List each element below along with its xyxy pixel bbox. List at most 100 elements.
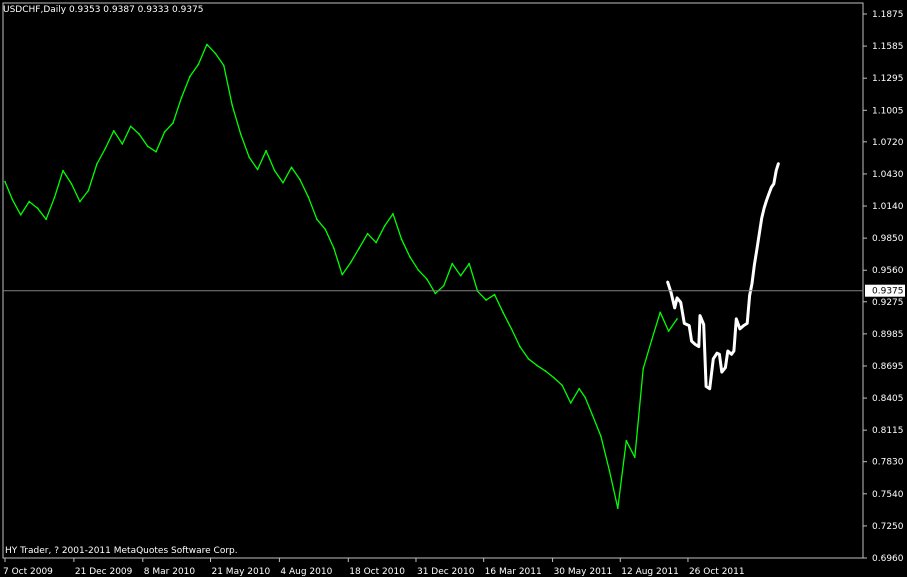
data-point <box>392 212 394 215</box>
data-point <box>578 387 580 390</box>
data-point <box>679 301 682 304</box>
data-point <box>163 131 166 133</box>
data-point <box>248 156 250 159</box>
data-point <box>290 166 293 169</box>
data-point <box>146 145 149 148</box>
data-point <box>316 218 318 221</box>
data-point <box>666 280 669 283</box>
data-point <box>756 248 758 250</box>
data-point <box>87 189 90 192</box>
x-tick-label: 4 Aug 2010 <box>280 567 332 577</box>
data-point <box>4 180 6 183</box>
data-point <box>768 193 770 195</box>
data-point <box>760 217 763 220</box>
data-point <box>62 169 64 172</box>
data-point <box>544 370 547 372</box>
data-point <box>36 207 39 210</box>
data-point <box>724 366 727 369</box>
data-point <box>633 456 636 459</box>
data-point <box>307 196 310 198</box>
data-point <box>688 324 690 327</box>
x-tick-label: 26 Oct 2011 <box>689 567 745 577</box>
data-point <box>256 168 259 171</box>
y-tick-label: 1.1875 <box>872 10 904 20</box>
data-point <box>659 311 661 314</box>
data-point <box>690 340 693 342</box>
data-point <box>206 43 208 46</box>
y-tick-label: 0.7540 <box>872 490 904 500</box>
data-point <box>332 247 335 249</box>
current-price-label: 0.9375 <box>872 287 904 297</box>
data-point <box>763 207 765 210</box>
data-point <box>273 169 276 172</box>
data-point <box>751 282 753 285</box>
data-point <box>28 200 30 203</box>
data-point <box>746 322 748 325</box>
y-tick-label: 0.8695 <box>872 362 904 372</box>
data-point <box>748 294 751 297</box>
data-point <box>112 129 115 132</box>
data-point <box>510 328 513 330</box>
y-tick-label: 0.9275 <box>872 298 904 308</box>
data-point <box>584 396 587 399</box>
data-point <box>341 273 344 276</box>
data-point <box>417 269 420 272</box>
data-point <box>673 307 676 309</box>
data-point <box>468 262 470 265</box>
data-point <box>676 318 678 320</box>
data-point <box>222 64 225 67</box>
x-tick-label: 18 Oct 2010 <box>349 567 405 577</box>
data-point <box>650 339 653 341</box>
data-point <box>282 181 284 184</box>
y-tick-label: 1.0140 <box>872 202 904 212</box>
data-point <box>694 343 697 346</box>
data-point <box>708 387 711 390</box>
data-point <box>536 364 538 367</box>
x-tick-label: 21 Dec 2009 <box>75 567 133 577</box>
data-point <box>670 291 672 294</box>
x-tick-label: 7 Oct 2009 <box>3 567 53 577</box>
y-tick-label: 0.8405 <box>872 394 904 404</box>
data-point <box>239 133 242 135</box>
y-tick-label: 1.1005 <box>872 106 904 116</box>
x-tick-label: 8 Mar 2010 <box>144 567 196 577</box>
data-point <box>485 299 487 301</box>
data-point <box>459 274 462 277</box>
x-tick-label: 12 Aug 2011 <box>621 567 679 577</box>
data-point <box>625 439 628 442</box>
data-point <box>727 350 729 352</box>
data-point <box>79 200 81 203</box>
x-tick-label: 16 Mar 2011 <box>485 567 542 577</box>
data-point <box>642 367 645 370</box>
data-point <box>699 314 701 317</box>
price-chart[interactable]: USDCHF,Daily 0.9353 0.9387 0.9333 0.9375… <box>0 0 907 577</box>
x-tick-label: 30 May 2011 <box>554 567 613 577</box>
data-point <box>739 328 741 330</box>
data-point <box>702 323 705 326</box>
data-point <box>676 297 678 299</box>
data-point <box>121 143 124 145</box>
data-point <box>753 263 756 266</box>
data-point <box>442 284 445 287</box>
data-point <box>730 353 733 356</box>
data-point <box>96 163 98 165</box>
data-point <box>502 311 504 314</box>
data-point <box>214 52 217 55</box>
data-point <box>180 96 183 99</box>
data-point <box>451 262 454 265</box>
data-point <box>129 125 132 128</box>
data-point <box>600 435 602 438</box>
data-point <box>70 183 73 185</box>
data-point <box>349 261 352 264</box>
data-point <box>712 357 715 360</box>
data-point <box>383 225 386 227</box>
chart-background <box>0 0 907 577</box>
data-point <box>716 352 718 355</box>
data-point <box>11 198 14 201</box>
y-tick-label: 0.8985 <box>872 330 904 340</box>
data-point <box>698 345 700 348</box>
data-point <box>19 214 22 216</box>
y-tick-label: 0.7250 <box>872 522 904 532</box>
data-point <box>172 122 174 124</box>
data-point <box>189 75 191 78</box>
